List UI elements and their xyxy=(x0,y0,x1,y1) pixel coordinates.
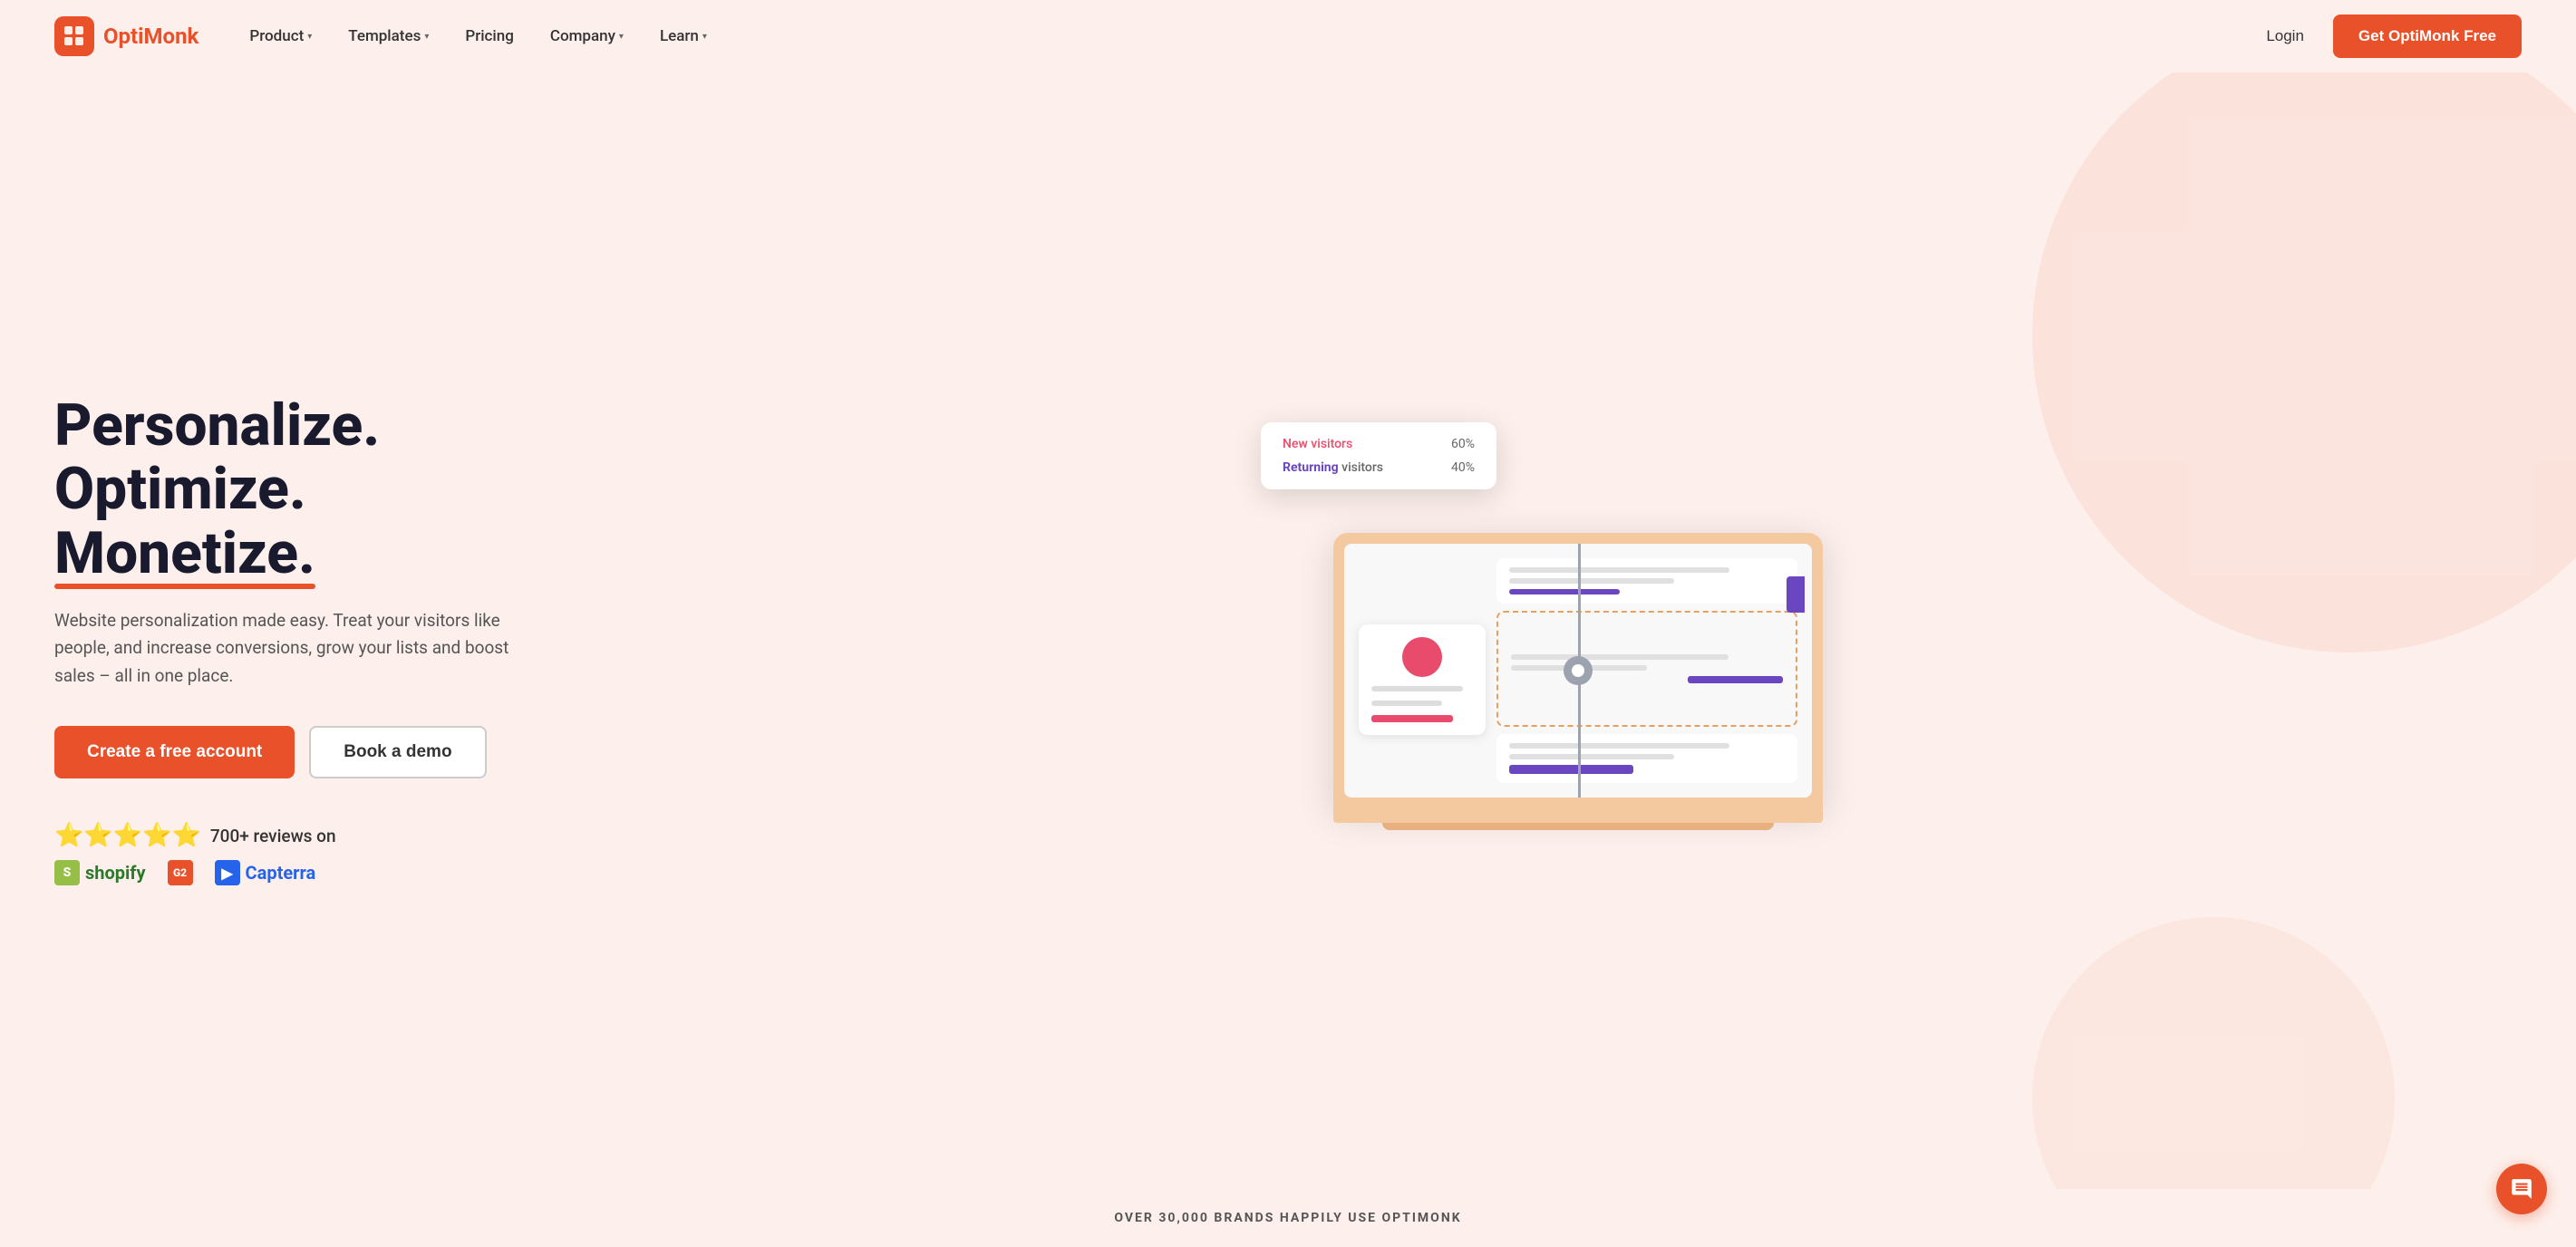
divider-circle xyxy=(1564,656,1593,685)
screen-content xyxy=(1344,544,1812,798)
platforms-row: S shopify G2 ▶ Capterra xyxy=(54,860,598,885)
get-optimonk-free-button[interactable]: Get OptiMonk Free xyxy=(2333,14,2522,58)
screen-bottom-section xyxy=(1496,734,1797,783)
login-button[interactable]: Login xyxy=(2252,20,2319,53)
shopify-badge: S shopify xyxy=(54,860,146,885)
dashed-box xyxy=(1496,611,1797,727)
nav-company[interactable]: Company ▾ xyxy=(536,20,638,53)
learn-chevron-icon: ▾ xyxy=(702,32,707,42)
nav-templates[interactable]: Templates ▾ xyxy=(334,20,443,53)
capterra-icon: ▶ xyxy=(215,860,240,885)
screen-line-purple xyxy=(1509,589,1620,594)
bottom-purple-bar xyxy=(1509,765,1633,774)
nav-product[interactable]: Product ▾ xyxy=(235,20,326,53)
dashed-line-1 xyxy=(1511,654,1729,660)
laptop-container: New visitors 60% Returning visitors 40% xyxy=(1315,450,1841,830)
reviews-text: 700+ reviews on xyxy=(210,826,336,846)
new-visitors-row: New visitors 60% xyxy=(1283,437,1475,451)
bottom-line-2 xyxy=(1509,754,1674,759)
nav-actions: Login Get OptiMonk Free xyxy=(2252,14,2522,58)
hero-buttons: Create a free account Book a demo xyxy=(54,726,598,778)
right-panel xyxy=(1496,558,1797,783)
g2-icon: G2 xyxy=(168,860,193,885)
shopify-icon: S xyxy=(54,860,80,885)
screen-line-1 xyxy=(1509,567,1729,573)
hero-illustration: New visitors 60% Returning visitors 40% xyxy=(634,450,2522,830)
chat-button[interactable] xyxy=(2496,1164,2547,1214)
left-card xyxy=(1359,624,1486,735)
templates-chevron-icon: ▾ xyxy=(424,32,429,42)
capterra-label: Capterra xyxy=(246,862,316,884)
returning-visitors-value: 40% xyxy=(1451,460,1475,475)
bottom-line-1 xyxy=(1509,743,1729,749)
purple-side-block xyxy=(1787,576,1805,613)
shopify-label: shopify xyxy=(85,862,146,884)
capterra-badge: ▶ Capterra xyxy=(215,860,316,885)
dashed-purple-block xyxy=(1688,676,1783,683)
new-visitors-label: New visitors xyxy=(1283,437,1352,451)
logo-text: OptiMonk xyxy=(103,24,199,49)
screen-line-2 xyxy=(1509,578,1674,584)
logo[interactable]: OptiMonk xyxy=(54,16,199,56)
reviews-section: ⭐⭐⭐⭐⭐ 700+ reviews on S shopify G2 ▶ Cap… xyxy=(54,822,598,885)
card-circle xyxy=(1402,637,1442,677)
returning-visitors-row: Returning visitors 40% xyxy=(1283,460,1475,475)
hero-section: Personalize. Optimize. Monetize. Website… xyxy=(0,72,2576,1189)
star-icons: ⭐⭐⭐⭐⭐ xyxy=(54,822,201,849)
navbar: OptiMonk Product ▾ Templates ▾ Pricing C… xyxy=(0,0,2576,72)
nav-pricing[interactable]: Pricing xyxy=(450,20,528,53)
product-chevron-icon: ▾ xyxy=(307,32,312,42)
returning-visitors-label: Returning visitors xyxy=(1283,460,1383,475)
divider-circle-inner xyxy=(1572,664,1584,677)
brands-bar: OVER 30,000 BRANDS HAPPILY USE OPTIMONK xyxy=(0,1189,2576,1247)
laptop-screen-outer xyxy=(1333,533,1823,808)
screen-top-section xyxy=(1496,558,1797,604)
card-line-2 xyxy=(1371,701,1442,706)
hero-title: Personalize. Optimize. Monetize. xyxy=(54,394,598,585)
visitors-tooltip: New visitors 60% Returning visitors 40% xyxy=(1261,422,1496,489)
nav-links: Product ▾ Templates ▾ Pricing Company ▾ … xyxy=(235,20,2252,53)
logo-icon xyxy=(54,16,94,56)
laptop-screen xyxy=(1344,544,1812,798)
hero-content: Personalize. Optimize. Monetize. Website… xyxy=(54,394,598,885)
hero-subtitle: Website personalization made easy. Treat… xyxy=(54,607,526,690)
book-demo-button[interactable]: Book a demo xyxy=(309,726,486,778)
nav-learn[interactable]: Learn ▾ xyxy=(645,20,721,53)
laptop-stand xyxy=(1382,823,1774,830)
laptop xyxy=(1333,533,1823,830)
card-line-1 xyxy=(1371,686,1463,691)
new-visitors-value: 60% xyxy=(1451,437,1475,451)
card-accent-bar xyxy=(1371,715,1453,722)
company-chevron-icon: ▾ xyxy=(619,32,624,42)
laptop-base xyxy=(1333,808,1823,823)
g2-badge: G2 xyxy=(168,860,193,885)
hero-title-monetize: Monetize. xyxy=(54,522,315,585)
create-free-account-button[interactable]: Create a free account xyxy=(54,726,295,778)
stars-row: ⭐⭐⭐⭐⭐ 700+ reviews on xyxy=(54,822,598,849)
